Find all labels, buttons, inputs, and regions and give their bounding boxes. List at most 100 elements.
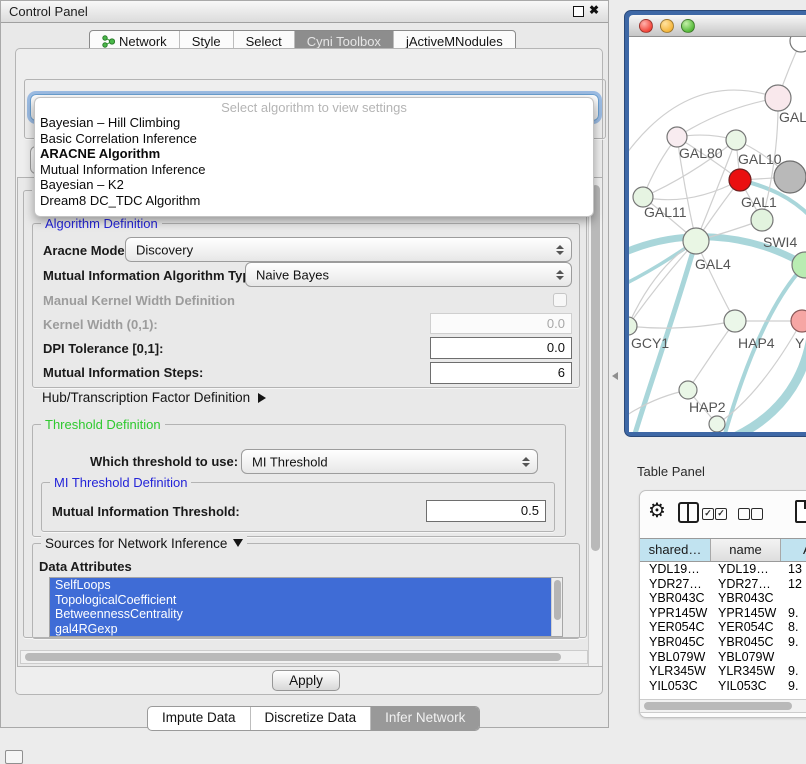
close-icon[interactable]: ✖ bbox=[589, 3, 599, 17]
tab-impute-data[interactable]: Impute Data bbox=[148, 707, 250, 730]
close-traffic-light-icon[interactable] bbox=[639, 19, 653, 33]
table-row[interactable]: YDL19…YDL19…13 bbox=[640, 562, 806, 577]
attribute-item-selected[interactable]: SelfLoops bbox=[50, 578, 551, 593]
cell: 9. bbox=[781, 664, 806, 679]
network-window-titlebar[interactable] bbox=[629, 15, 806, 37]
which-threshold-value: MI Threshold bbox=[252, 454, 328, 469]
node-open[interactable] bbox=[790, 37, 806, 52]
label-gal-partial: GAL bbox=[779, 109, 806, 125]
kernel-width-field[interactable]: 0.0 bbox=[430, 313, 572, 334]
node-gal-partial[interactable] bbox=[765, 85, 791, 111]
node-hap4[interactable] bbox=[724, 310, 746, 332]
node-red[interactable] bbox=[729, 169, 751, 191]
minimize-traffic-light-icon[interactable] bbox=[660, 19, 674, 33]
settings-horizontal-scrollbar[interactable] bbox=[20, 650, 588, 664]
algorithm-option[interactable]: Mutual Information Inference bbox=[35, 162, 593, 178]
attributes-scrollbar[interactable] bbox=[551, 578, 562, 636]
mi-type-combo[interactable]: Naive Bayes bbox=[245, 262, 572, 287]
table-row[interactable]: YPR145WYPR145W9. bbox=[640, 606, 806, 621]
checked-box-icon[interactable]: ✓ bbox=[702, 508, 714, 520]
attribute-item-selected[interactable] bbox=[50, 636, 551, 637]
cell bbox=[781, 591, 806, 606]
scrollbar-thumb[interactable] bbox=[25, 653, 561, 661]
aracne-mode-combo[interactable]: Discovery bbox=[125, 237, 572, 262]
attribute-item-selected[interactable]: TopologicalCoefficient bbox=[50, 593, 551, 608]
label-gcy1: GCY1 bbox=[631, 335, 669, 351]
which-threshold-combo[interactable]: MI Threshold bbox=[241, 449, 538, 474]
algorithm-popup-prompt: Select algorithm to view settings bbox=[35, 100, 593, 115]
mi-steps-label: Mutual Information Steps: bbox=[43, 365, 203, 380]
table-row[interactable]: YIL053CYIL053C9. bbox=[640, 679, 806, 694]
which-threshold-label: Which threshold to use: bbox=[90, 454, 238, 469]
node-hap2[interactable] bbox=[679, 381, 697, 399]
control-panel-title: Control Panel bbox=[9, 4, 88, 19]
node-gcy1[interactable] bbox=[629, 317, 637, 335]
table-row[interactable]: YBL079WYBL079W bbox=[640, 650, 806, 665]
splitter-collapse-icon[interactable] bbox=[612, 372, 618, 380]
settings-vertical-scrollbar[interactable] bbox=[588, 178, 602, 666]
columns-icon[interactable] bbox=[678, 502, 699, 523]
cell: YDR27… bbox=[640, 577, 711, 592]
label-gal1: GAL1 bbox=[741, 194, 777, 210]
scrollbar-thumb[interactable] bbox=[591, 185, 600, 551]
threshold-definition-group: Threshold Definition Which threshold to … bbox=[32, 424, 566, 537]
manual-kernel-checkbox[interactable] bbox=[553, 293, 567, 307]
node-gal10[interactable] bbox=[726, 130, 746, 150]
sources-group: Sources for Network Inference Data Attri… bbox=[32, 543, 580, 639]
unchecked-box-icon[interactable] bbox=[738, 508, 750, 520]
combo-spinner-icon bbox=[522, 457, 530, 467]
dpi-tolerance-field[interactable]: 0.0 bbox=[430, 337, 572, 359]
column-header-partial[interactable]: A bbox=[781, 539, 806, 561]
checked-box-icon[interactable]: ✓ bbox=[715, 508, 727, 520]
attribute-item-selected[interactable]: gal4RGexp bbox=[50, 622, 551, 637]
mi-threshold-group-title: MI Threshold Definition bbox=[50, 475, 191, 490]
mi-steps-field[interactable]: 6 bbox=[430, 362, 572, 384]
attribute-item-selected[interactable]: BetweennessCentrality bbox=[50, 607, 551, 622]
label-gal10: GAL10 bbox=[738, 151, 782, 167]
float-window-icon[interactable] bbox=[573, 6, 584, 17]
algorithm-option[interactable]: Basic Correlation Inference bbox=[35, 131, 593, 147]
mi-threshold-field[interactable]: 0.5 bbox=[426, 500, 546, 522]
table-row[interactable]: YLR345WYLR345W9. bbox=[640, 664, 806, 679]
cell: YDL19… bbox=[711, 562, 781, 577]
table-horizontal-scrollbar[interactable] bbox=[640, 699, 806, 713]
node-salmon[interactable] bbox=[791, 310, 806, 332]
zoom-traffic-light-icon[interactable] bbox=[681, 19, 695, 33]
algorithm-option[interactable]: Dream8 DC_TDC Algorithm bbox=[35, 193, 593, 209]
algorithm-option[interactable]: Bayesian – Hill Climbing bbox=[35, 115, 593, 131]
table-row[interactable]: YDR27…YDR27…12 bbox=[640, 577, 806, 592]
scrollbar-thumb[interactable] bbox=[644, 702, 792, 710]
network-canvas[interactable]: GAL GAL80 GAL10 GAL1 GAL11 SWI4 GAL4 GCY… bbox=[629, 37, 806, 432]
scrollbar-thumb[interactable] bbox=[554, 580, 561, 620]
unchecked-box-icon[interactable] bbox=[751, 508, 763, 520]
algorithm-popup: Select algorithm to view settings Bayesi… bbox=[34, 97, 594, 217]
label-swi4: SWI4 bbox=[763, 234, 797, 250]
column-header-shared[interactable]: shared… bbox=[640, 539, 711, 561]
gear-icon[interactable]: ⚙ bbox=[648, 498, 666, 523]
algorithm-option[interactable]: Bayesian – K2 bbox=[35, 177, 593, 193]
table-row[interactable]: YER054CYER054C8. bbox=[640, 620, 806, 635]
node-gal80[interactable] bbox=[667, 127, 687, 147]
column-header-name[interactable]: name bbox=[711, 539, 781, 561]
apply-button[interactable]: Apply bbox=[272, 670, 340, 691]
node-bottom[interactable] bbox=[709, 416, 725, 432]
table-panel-title: Table Panel bbox=[637, 464, 705, 479]
new-table-icon[interactable] bbox=[795, 500, 806, 523]
tab-infer-network[interactable]: Infer Network bbox=[370, 707, 479, 730]
algorithm-option-selected[interactable]: ARACNE Algorithm bbox=[35, 146, 593, 162]
collapse-down-icon bbox=[233, 539, 243, 547]
hub-definition-toggle[interactable]: Hub/Transcription Factor Definition bbox=[42, 390, 266, 405]
algorithm-definition-group: Algorithm Definition Aracne Mode: Discov… bbox=[32, 223, 580, 388]
sources-toggle[interactable]: Sources for Network Inference bbox=[41, 536, 247, 551]
cell: 13 bbox=[781, 562, 806, 577]
tab-discretize-data[interactable]: Discretize Data bbox=[250, 707, 371, 730]
screen: { "control_panel": { "title": "Control P… bbox=[0, 0, 806, 762]
node-gal1[interactable] bbox=[751, 209, 773, 231]
bottom-tabstrip: Impute Data Discretize Data Infer Networ… bbox=[147, 706, 480, 731]
cell: YER054C bbox=[640, 620, 711, 635]
control-panel-titlebar[interactable]: Control Panel ✖ bbox=[1, 1, 608, 23]
table-row[interactable]: YBR045CYBR045C9. bbox=[640, 635, 806, 650]
dpi-tolerance-label: DPI Tolerance [0,1]: bbox=[43, 341, 163, 356]
table-row[interactable]: YBR043CYBR043C bbox=[640, 591, 806, 606]
node-gal4[interactable] bbox=[683, 228, 709, 254]
